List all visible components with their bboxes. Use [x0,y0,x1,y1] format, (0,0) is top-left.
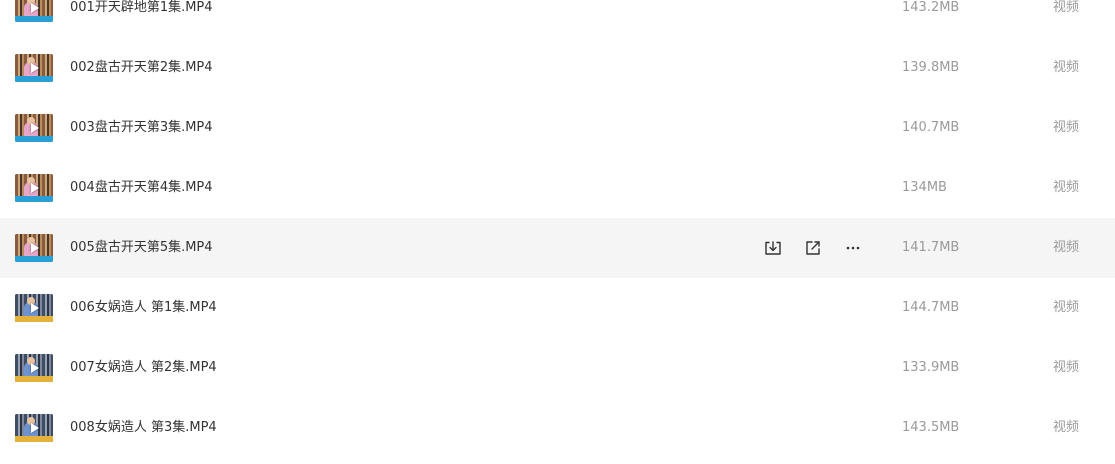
video-thumbnail[interactable] [15,174,53,202]
play-icon [31,423,39,433]
video-thumbnail[interactable] [15,114,53,142]
video-thumbnail[interactable] [15,294,53,322]
video-thumbnail[interactable] [15,54,53,82]
play-icon [31,363,39,373]
play-icon [31,183,39,193]
file-row-hovered[interactable]: 005盘古开天第5集.MP4 141.7MB 视频 [0,218,1115,278]
file-name[interactable]: 003盘古开天第3集.MP4 [70,119,213,137]
file-type: 视频 [1053,120,1080,135]
play-icon [31,63,39,73]
file-name[interactable]: 001开天辟地第1集.MP4 [70,0,213,17]
file-size: 140.7MB [902,120,960,135]
file-type: 视频 [1053,300,1080,315]
file-row[interactable]: 003盘古开天第3集.MP4 140.7MB 视频 [0,98,1115,158]
download-icon[interactable] [762,237,784,259]
file-size: 144.7MB [902,300,960,315]
share-icon[interactable] [802,237,824,259]
file-row[interactable]: 006女娲造人 第1集.MP4 144.7MB 视频 [0,278,1115,338]
video-thumbnail[interactable] [15,234,53,262]
file-name[interactable]: 007女娲造人 第2集.MP4 [70,359,217,377]
file-type: 视频 [1053,420,1080,435]
file-type: 视频 [1053,240,1080,255]
file-size: 139.8MB [902,60,960,75]
file-row[interactable]: 007女娲造人 第2集.MP4 133.9MB 视频 [0,338,1115,398]
file-type: 视频 [1053,180,1080,195]
file-type: 视频 [1053,60,1080,75]
file-name[interactable]: 002盘古开天第2集.MP4 [70,59,213,77]
file-size: 143.2MB [902,0,960,15]
file-name[interactable]: 008女娲造人 第3集.MP4 [70,419,217,437]
file-list: 001开天辟地第1集.MP4 143.2MB 视频 002盘古开天第2集.MP4… [0,0,1115,442]
file-row[interactable]: 008女娲造人 第3集.MP4 143.5MB 视频 [0,398,1115,458]
file-row[interactable]: 001开天辟地第1集.MP4 143.2MB 视频 [0,0,1115,38]
more-icon[interactable] [842,237,864,259]
file-size: 133.9MB [902,360,960,375]
file-row[interactable]: 004盘古开天第4集.MP4 134MB 视频 [0,158,1115,218]
file-row[interactable]: 002盘古开天第2集.MP4 139.8MB 视频 [0,38,1115,98]
play-icon [31,243,39,253]
file-size: 134MB [902,180,947,195]
file-name[interactable]: 005盘古开天第5集.MP4 [70,239,213,257]
play-icon [31,303,39,313]
play-icon [31,3,39,13]
file-type: 视频 [1053,0,1080,15]
video-thumbnail[interactable] [15,0,53,22]
video-thumbnail[interactable] [15,354,53,382]
play-icon [31,123,39,133]
file-type: 视频 [1053,360,1080,375]
file-size: 141.7MB [902,240,960,255]
file-size: 143.5MB [902,420,960,435]
file-name[interactable]: 004盘古开天第4集.MP4 [70,179,213,197]
video-thumbnail[interactable] [15,414,53,442]
file-name[interactable]: 006女娲造人 第1集.MP4 [70,299,217,317]
